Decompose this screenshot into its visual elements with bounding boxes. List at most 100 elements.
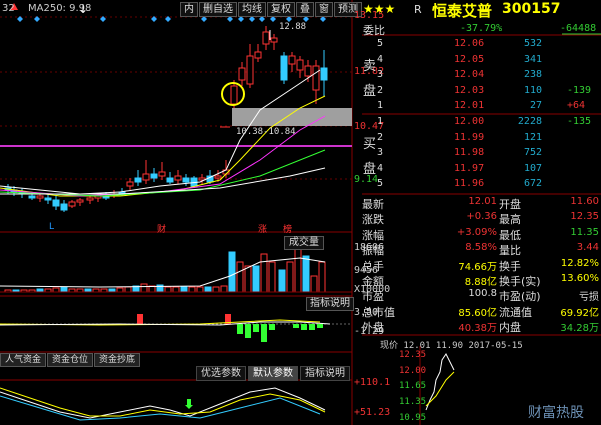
mini-axis-2: 12.00 [399, 366, 427, 376]
volume-bar [188, 286, 196, 293]
volume-bar [116, 287, 124, 293]
stat-row: 涨跌 +0.36 最高 12.35 [362, 211, 601, 226]
volume-bar [268, 261, 276, 293]
marker-cai: 财 [157, 225, 167, 235]
candle-body [262, 31, 270, 45]
sell-price: 12.06 [454, 38, 485, 49]
param-tab-0[interactable]: 优选参数 [196, 366, 246, 381]
weibi-diff: -64488 [560, 23, 597, 34]
buy-vol: 121 [523, 131, 542, 143]
mini-avg-line [425, 371, 455, 407]
bottom-tab-1[interactable]: 资金仓位 [47, 353, 94, 367]
sell-chg: -139 [567, 84, 592, 96]
sell-price: 12.01 [454, 100, 485, 111]
volume-bar [236, 261, 244, 293]
candle-body [158, 171, 166, 177]
indicator-bar [245, 324, 251, 338]
buy-price: 12.00 [454, 116, 485, 127]
stat-v2: 69.92亿 [560, 307, 599, 319]
buy-vol: 672 [523, 178, 542, 189]
volume-bar [196, 286, 204, 293]
stat-v2: 12.82% [560, 257, 599, 269]
weibi-pct: -37.79% [460, 23, 503, 34]
mini-axis-4: 11.35 [399, 397, 427, 407]
candle-body [270, 37, 278, 43]
bottom-tabs: 人气资金 资金仓位 资金抄底 [0, 353, 141, 367]
volume-bar [164, 286, 172, 293]
buy-lvl: 5 [377, 178, 384, 189]
toolbar-button-1[interactable]: 删自选 [199, 2, 237, 17]
candle-body [174, 175, 182, 181]
range-label: 10.38-10.84 [236, 127, 296, 137]
buy-price: 11.97 [454, 162, 485, 174]
toolbar-button-0[interactable]: 内 [180, 2, 198, 17]
sell-row: 1 12.01 27 +64 [362, 100, 601, 115]
volume-bar [220, 285, 228, 293]
weibi-label: 委比 [363, 24, 385, 37]
toolbar-button-5[interactable]: 窗 [315, 2, 333, 17]
buy-signal-arrow-icon [185, 399, 193, 409]
candle-body [254, 51, 262, 59]
candle-body [68, 201, 76, 207]
stat-row: 金额 8.88亿 换手(实) 13.60% [362, 273, 601, 288]
volume-bar [244, 265, 252, 293]
candle-body [36, 195, 44, 199]
toolbar-button-2[interactable]: 均线 [238, 2, 266, 17]
volume-bar [302, 255, 310, 293]
sell-vol: 110 [523, 84, 542, 96]
sell-lvl: 4 [377, 53, 384, 65]
stat-l1: 总手 [362, 259, 384, 273]
stat-l2: 最低 [499, 228, 521, 242]
candle-body [86, 197, 94, 201]
indicator-bar [137, 314, 143, 324]
stat-l1: 振幅 [362, 244, 384, 258]
volume-bar [286, 261, 294, 293]
buy-lvl: 4 [377, 162, 384, 174]
chart-prefix: 32 [2, 3, 15, 14]
volume-title-button[interactable]: 成交量 [284, 236, 324, 250]
code-flag: R [414, 3, 422, 16]
volume-bar [52, 287, 60, 293]
indicator-bar [309, 324, 315, 330]
stat-row: 总市值 85.60亿 流通值 69.92亿 [362, 304, 601, 319]
stat-v1: 74.66万 [458, 261, 497, 273]
buy-row: 2 11.99 121 [362, 132, 601, 147]
stat-l2: 内盘 [499, 321, 521, 335]
bottom-tab-2[interactable]: 资金抄底 [94, 353, 141, 367]
candle-body [76, 199, 84, 203]
candle-body [246, 55, 254, 85]
stock-name: 恒泰艾普 [432, 2, 493, 20]
ma-arrow-icon: ↓ [78, 2, 89, 16]
rating-stars: ★★★ [363, 2, 396, 16]
buy-price: 11.98 [454, 147, 485, 158]
chart-toolbar: 内删自选 均线 复权叠窗预测 [180, 2, 363, 17]
stat-v2: 3.44 [576, 242, 599, 254]
sell-lvl: 1 [377, 100, 384, 111]
osc-line-1 [0, 387, 326, 419]
candle-body [296, 59, 304, 71]
volume-bar [124, 286, 132, 293]
sell-price: 12.04 [454, 69, 485, 80]
bottom-tab-0[interactable]: 人气资金 [0, 353, 47, 367]
sell-row: 5 12.06 532 [362, 38, 601, 53]
volume-bar [260, 253, 268, 293]
stat-v2: 亏损 [579, 292, 599, 304]
indicator-help-button[interactable]: 指标说明 [306, 297, 354, 311]
volume-bar [212, 286, 220, 293]
marker-bang: 榜 [283, 225, 293, 235]
toolbar-button-4[interactable]: 叠 [296, 2, 314, 17]
lower-axis-bottom: +51.23 [354, 407, 391, 418]
sell-lvl: 2 [377, 84, 384, 96]
param-tabs: 优选参数 默认参数 指标说明 [196, 366, 352, 381]
mini-axis-1: 12.35 [399, 350, 427, 360]
sell-row: 4 12.05 341 [362, 54, 601, 69]
candle-body [44, 197, 52, 201]
candle-body [134, 177, 142, 183]
candle-body [304, 65, 312, 77]
toolbar-button-3[interactable]: 复权 [267, 2, 295, 17]
buy-price: 11.99 [454, 131, 485, 143]
param-tab-1[interactable]: 默认参数 [248, 366, 298, 381]
sell-row: 2 12.03 110 -139 [362, 85, 601, 100]
param-tab-2[interactable]: 指标说明 [300, 366, 350, 381]
sell-vol: 238 [523, 69, 542, 80]
